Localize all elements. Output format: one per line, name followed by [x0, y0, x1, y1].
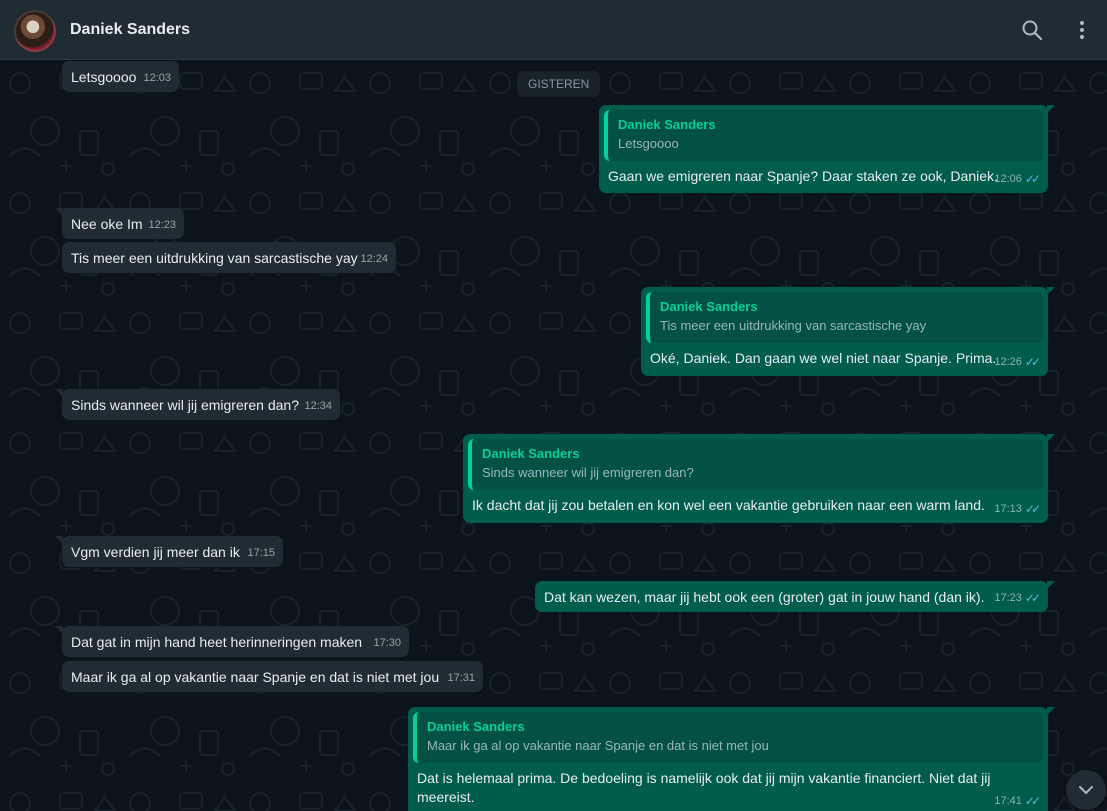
message-meta: 17:15 [247, 544, 275, 563]
quoted-message[interactable]: Daniek Sanders Tis meer een uitdrukking … [646, 292, 1043, 343]
contact-name[interactable]: Daniek Sanders [70, 21, 190, 39]
read-ticks-icon: ✓✓ [1024, 502, 1041, 516]
chat-header: Daniek Sanders [0, 0, 1107, 60]
message-meta: 17:30 [373, 634, 401, 653]
message-time: 17:41 [994, 795, 1022, 807]
scroll-to-bottom-button[interactable] [1066, 770, 1106, 810]
quote-author: Daniek Sanders [660, 299, 758, 314]
message-time: 17:31 [447, 672, 475, 684]
read-ticks-icon: ✓✓ [1024, 794, 1041, 808]
message-time: 17:15 [247, 547, 275, 559]
message-time: 12:26 [994, 356, 1022, 368]
message-meta: 12:03 [143, 69, 171, 88]
message-meta: 17:31 [447, 669, 475, 688]
message-text: Nee oke Im [71, 216, 143, 232]
quote-text: Sinds wanneer wil jij emigreren dan? [482, 465, 694, 480]
message-time: 12:24 [360, 253, 388, 265]
message-text: Dat is helemaal prima. De bedoeling is n… [417, 770, 991, 805]
message-incoming[interactable]: Nee oke Im 12:23 [55, 208, 184, 239]
message-text: Tis meer een uitdrukking van sarcastisch… [71, 250, 358, 266]
message-incoming[interactable]: Dat gat in mijn hand heet herinneringen … [55, 626, 409, 657]
read-ticks-icon: ✓✓ [1024, 172, 1041, 186]
message-time: 12:23 [148, 219, 176, 231]
chevron-down-icon [1079, 786, 1093, 795]
message-meta: 12:26 ✓✓ [994, 353, 1041, 372]
message-meta: 17:41 ✓✓ [994, 792, 1041, 811]
message-incoming[interactable]: Maar ik ga al op vakantie naar Spanje en… [62, 661, 483, 692]
quote-text: Maar ik ga al op vakantie naar Spanje en… [427, 738, 769, 753]
kebab-menu-icon[interactable] [1070, 18, 1094, 42]
message-meta: 12:24 [360, 250, 388, 269]
quoted-message[interactable]: Daniek Sanders Maar ik ga al op vakantie… [413, 712, 1043, 763]
message-meta: 12:06 ✓✓ [994, 170, 1041, 189]
quote-author: Daniek Sanders [618, 117, 716, 132]
message-incoming[interactable]: Sinds wanneer wil jij emigreren dan? 12:… [55, 389, 340, 420]
message-text: Maar ik ga al op vakantie naar Spanje en… [71, 669, 440, 685]
message-text: Dat kan wezen, maar jij hebt ook een (gr… [544, 589, 985, 605]
message-time: 17:23 [994, 592, 1022, 604]
message-text: Dat gat in mijn hand heet herinneringen … [71, 634, 363, 650]
message-meta: 12:34 [304, 397, 332, 416]
search-icon[interactable] [1020, 18, 1044, 42]
message-outgoing[interactable]: Dat kan wezen, maar jij hebt ook een (gr… [535, 581, 1055, 612]
message-meta: 17:23 ✓✓ [994, 589, 1041, 608]
message-text: Gaan we emigreren naar Spanje? Daar stak… [608, 168, 998, 184]
message-text: Oké, Daniek. Dan gaan we wel niet naar S… [650, 350, 997, 366]
message-outgoing[interactable]: Daniek Sanders Sinds wanneer wil jij emi… [463, 434, 1055, 523]
message-text: Letsgoooo [71, 69, 137, 85]
quote-text: Letsgoooo [618, 136, 679, 151]
message-time: 17:13 [994, 503, 1022, 515]
message-incoming[interactable]: Vgm verdien jij meer dan ik 17:15 [55, 536, 283, 567]
message-meta: 12:23 [148, 216, 176, 235]
message-list[interactable]: GISTEREN Letsgoooo 12:03 Daniek Sanders … [0, 61, 1107, 811]
message-time: 17:30 [373, 637, 401, 649]
message-incoming[interactable]: Tis meer een uitdrukking van sarcastisch… [62, 242, 396, 273]
quote-text: Tis meer een uitdrukking van sarcastisch… [660, 318, 927, 333]
read-ticks-icon: ✓✓ [1024, 591, 1041, 605]
message-incoming[interactable]: Letsgoooo 12:03 [62, 61, 179, 92]
date-separator: GISTEREN [517, 71, 601, 97]
message-text: Vgm verdien jij meer dan ik [71, 544, 240, 560]
message-time: 12:06 [994, 173, 1022, 185]
quote-author: Daniek Sanders [427, 719, 525, 734]
quote-author: Daniek Sanders [482, 446, 580, 461]
message-text: Sinds wanneer wil jij emigreren dan? [71, 397, 300, 413]
contact-avatar[interactable] [14, 10, 56, 52]
message-outgoing[interactable]: Daniek Sanders Maar ik ga al op vakantie… [408, 707, 1055, 811]
message-outgoing[interactable]: Daniek Sanders Tis meer een uitdrukking … [641, 287, 1055, 376]
quoted-message[interactable]: Daniek Sanders Letsgoooo [604, 110, 1043, 161]
message-time: 12:03 [143, 72, 171, 84]
quoted-message[interactable]: Daniek Sanders Sinds wanneer wil jij emi… [468, 439, 1043, 490]
message-text: Ik dacht dat jij zou betalen en kon wel … [472, 497, 985, 513]
message-outgoing[interactable]: Daniek Sanders Letsgoooo Gaan we emigrer… [599, 105, 1055, 193]
message-time: 12:34 [304, 400, 332, 412]
message-meta: 17:13 ✓✓ [994, 500, 1041, 519]
read-ticks-icon: ✓✓ [1024, 355, 1041, 369]
